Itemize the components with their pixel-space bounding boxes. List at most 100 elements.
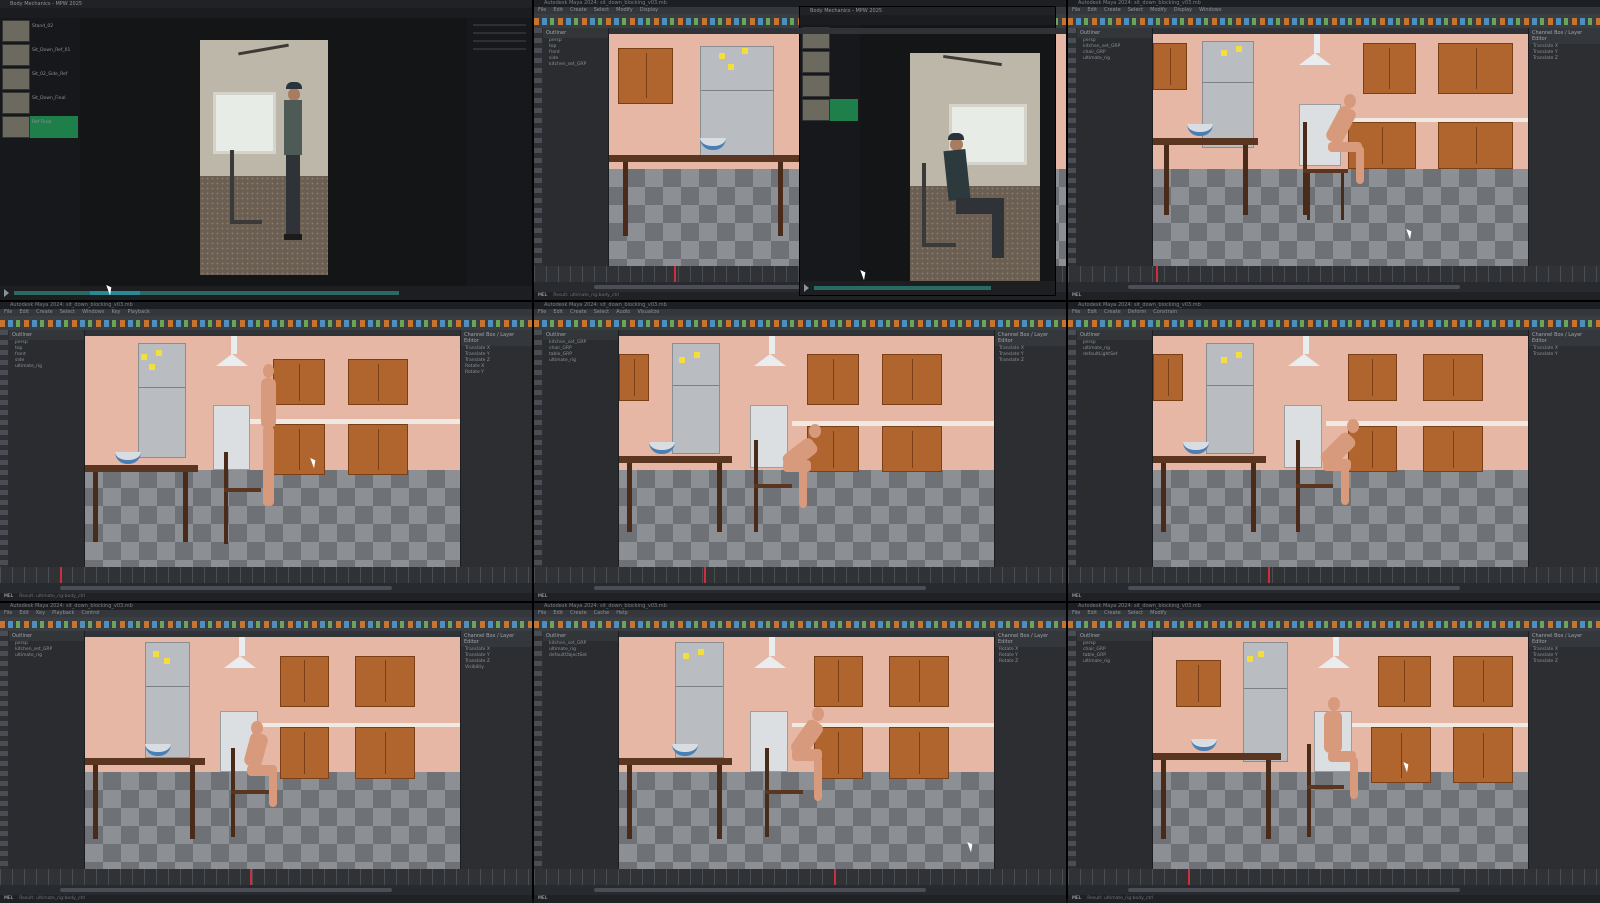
outliner-panel[interactable]: Outliner persp kitchen_set_GRP chair_GRP ul… (1077, 28, 1153, 266)
range-slider[interactable] (0, 885, 532, 895)
outliner-panel[interactable]: Outliner persp ultimate_rig defaultLightSe… (1077, 330, 1153, 567)
media-clip[interactable] (802, 51, 858, 73)
media-clip[interactable]: Sit_Down_Ref_01 (2, 44, 78, 66)
maya-menubar[interactable]: File Edit Create Cache Help (534, 610, 1066, 617)
channel-box[interactable]: Channel Box / Layer Editor Translate X Tr… (1528, 330, 1600, 567)
media-clip[interactable] (802, 75, 858, 97)
perspective-viewport[interactable] (619, 631, 994, 869)
maya-menubar[interactable]: File Edit Create Select Modify (1068, 610, 1600, 617)
time-slider[interactable] (0, 869, 532, 885)
shelf-toolbar[interactable] (0, 316, 532, 330)
outliner-panel[interactable]: Outliner kitchen_set_GRP chair_GRP table_G… (543, 330, 619, 567)
maya-menubar[interactable]: File Edit Create Select Audio Visualize (534, 309, 1066, 316)
command-line[interactable]: MEL (1068, 292, 1600, 300)
range-slider[interactable] (1068, 583, 1600, 593)
channel-box[interactable]: Channel Box / Layer Editor Translate X Tr… (1528, 28, 1600, 266)
toolbox[interactable] (0, 631, 8, 869)
timeline-clip[interactable] (90, 291, 140, 295)
editor-timeline[interactable] (800, 281, 1055, 295)
kitchen-scene (85, 336, 460, 567)
channel-box[interactable]: Channel Box / Layer Editor Translate X Tr… (1528, 631, 1600, 869)
outliner-item[interactable]: kitchen_set_GRP (543, 62, 608, 68)
command-line[interactable]: MEL (534, 593, 1066, 601)
playhead[interactable] (1188, 869, 1190, 885)
menu-item[interactable]: Edit (553, 7, 563, 13)
video-preview[interactable] (910, 53, 1040, 283)
menu-item[interactable]: Display (640, 7, 658, 13)
table (609, 154, 801, 162)
video-preview[interactable] (200, 40, 328, 275)
shelf-toolbar[interactable] (1068, 316, 1600, 330)
playhead[interactable] (1156, 266, 1158, 282)
toolbox[interactable] (0, 330, 8, 567)
outliner-panel[interactable]: Outliner persp chair_GRP table_GRP ultimate… (1077, 631, 1153, 869)
editor-timeline[interactable] (0, 286, 532, 300)
shelf-toolbar[interactable] (534, 617, 1066, 631)
range-slider[interactable] (1068, 885, 1600, 895)
menu-item[interactable]: File (538, 7, 546, 13)
perspective-viewport[interactable] (1153, 631, 1528, 869)
media-clip-selected[interactable]: Ref Final (2, 116, 78, 138)
media-clip[interactable]: Stand_02 (2, 20, 78, 42)
toolbox[interactable] (534, 330, 542, 567)
command-line[interactable]: MEL (534, 895, 1066, 903)
viewport-menu[interactable] (609, 28, 1066, 34)
playhead[interactable] (1268, 567, 1270, 583)
menu-item[interactable]: Select (594, 7, 609, 13)
channel-box[interactable]: Channel Box / Layer Editor Rotate X Rotat… (994, 631, 1066, 869)
maya-menubar[interactable]: File Edit Key Playback Control (0, 610, 532, 617)
timeline-clip[interactable] (14, 291, 399, 295)
time-slider[interactable] (1068, 567, 1600, 583)
playhead[interactable] (60, 567, 62, 583)
channel-box[interactable]: Channel Box / Layer Editor Translate X Tr… (460, 330, 532, 567)
playhead[interactable] (834, 869, 836, 885)
command-line[interactable]: MEL (1068, 593, 1600, 601)
outliner-panel[interactable]: Outliner persp kitchen_set_GRP ultimate_ri… (9, 631, 85, 869)
maya-menubar[interactable]: File Edit Create Deform Constrain (1068, 309, 1600, 316)
toolbox[interactable] (1068, 330, 1076, 567)
range-slider[interactable] (1068, 282, 1600, 292)
perspective-viewport[interactable] (619, 330, 994, 567)
command-line[interactable]: MEL Result: ultimate_rig:body_ctrl (0, 895, 532, 903)
outliner-panel[interactable]: Outliner persp top front side ultimate_rig (9, 330, 85, 567)
play-icon[interactable] (4, 289, 9, 297)
toolbox[interactable] (534, 631, 542, 869)
media-clip-selected[interactable] (802, 99, 858, 121)
shelf-toolbar[interactable] (534, 316, 1066, 330)
menu-item[interactable]: Create (570, 7, 587, 13)
perspective-viewport[interactable] (1153, 330, 1528, 567)
maya-menubar[interactable]: File Edit Create Select Modify Display Windows (1068, 7, 1600, 14)
range-slider[interactable] (534, 583, 1066, 593)
perspective-viewport[interactable] (85, 631, 460, 869)
outliner-panel[interactable]: Outliner kitchen_set_GRP ultimate_rig defa… (543, 631, 619, 869)
playhead[interactable] (674, 266, 676, 282)
outliner-panel[interactable]: Outliner persp top front side kitchen_se… (543, 28, 609, 266)
menu-item[interactable]: Modify (616, 7, 633, 13)
time-slider[interactable] (1068, 266, 1600, 282)
playhead[interactable] (250, 869, 252, 885)
time-slider[interactable] (0, 567, 532, 583)
shelf-toolbar[interactable] (1068, 617, 1600, 631)
shelf-toolbar[interactable] (1068, 14, 1600, 28)
shelf-toolbar[interactable] (0, 617, 532, 631)
range-slider[interactable] (0, 583, 532, 593)
media-clip[interactable]: Sit_02_Side_Ref (2, 68, 78, 90)
time-slider[interactable] (534, 869, 1066, 885)
toolbox[interactable] (534, 28, 542, 266)
channel-box[interactable]: Channel Box / Layer Editor Translate X Tr… (994, 330, 1066, 567)
time-slider[interactable] (534, 567, 1066, 583)
range-slider[interactable] (534, 885, 1066, 895)
time-slider[interactable] (1068, 869, 1600, 885)
toolbox[interactable] (1068, 28, 1076, 266)
command-line[interactable]: MEL Result: ultimate_rig:body_ctrl (0, 593, 532, 601)
channel-box[interactable]: Channel Box / Layer Editor Translate X Tr… (460, 631, 532, 869)
media-clip[interactable]: Sit_Down_Final (2, 92, 78, 114)
maya-menubar[interactable]: File Edit Create Select Windows Key Playback (0, 309, 532, 316)
toolbox[interactable] (1068, 631, 1076, 869)
perspective-viewport[interactable] (85, 330, 460, 567)
play-icon[interactable] (804, 284, 809, 292)
perspective-viewport[interactable] (1153, 28, 1528, 266)
kitchen-scene (619, 336, 994, 567)
playhead[interactable] (704, 567, 706, 583)
command-line[interactable]: MEL Result: ultimate_rig:body_ctrl (1068, 895, 1600, 903)
